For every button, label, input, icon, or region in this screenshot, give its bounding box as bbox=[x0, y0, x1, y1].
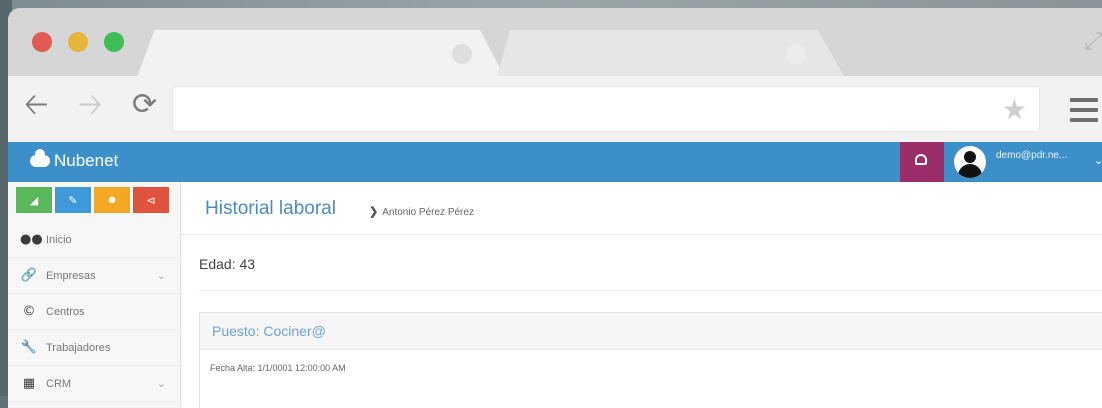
wrench-icon: 🔧 bbox=[20, 340, 38, 355]
chart-button[interactable]: ◢ bbox=[16, 187, 52, 213]
calendar-icon: ▦ bbox=[22, 376, 36, 391]
brand-name: Nubenet bbox=[54, 151, 119, 170]
age-text: Edad: 43 bbox=[199, 256, 256, 272]
forward-button[interactable]: 🡢 bbox=[78, 88, 102, 122]
user-avatar[interactable] bbox=[954, 146, 986, 178]
browser-tab-active[interactable] bbox=[136, 30, 506, 80]
sidebar-item-label: Inicio bbox=[46, 233, 72, 246]
share-icon: ⊲ bbox=[146, 194, 156, 207]
web-app: Nubenet demo@pdr.ne... ⌄ ◢ ✎ ☻ ⊲ ●● Inic… bbox=[8, 142, 1102, 408]
app-topbar: Nubenet demo@pdr.ne... ⌄ bbox=[8, 142, 1102, 182]
edit-button[interactable]: ✎ bbox=[55, 187, 91, 213]
divider bbox=[199, 290, 1102, 291]
sidebar-item-centros[interactable]: © Centros bbox=[8, 294, 180, 330]
quick-actions: ◢ ✎ ☻ ⊲ bbox=[16, 187, 169, 213]
pencil-icon: ✎ bbox=[68, 194, 78, 207]
job-title: Puesto: Cociner@ bbox=[212, 323, 326, 339]
tab-strip: ⤢ bbox=[8, 8, 1102, 80]
user-email[interactable]: demo@pdr.ne... bbox=[996, 150, 1067, 161]
chevron-right-icon: ❯ bbox=[369, 206, 379, 218]
tab-close-button[interactable] bbox=[786, 44, 806, 64]
close-window-button[interactable] bbox=[32, 32, 52, 52]
sidebar-item-empresas[interactable]: 🔗 Empresas ⌄ bbox=[8, 258, 180, 294]
link-icon: 🔗 bbox=[20, 268, 38, 283]
sidebar-item-label: Trabajadores bbox=[46, 341, 111, 354]
bell-icon bbox=[915, 154, 927, 165]
page-title: Historial laboral bbox=[205, 198, 336, 219]
chart-icon: ◢ bbox=[29, 194, 39, 207]
chevron-down-icon[interactable]: ⌄ bbox=[1094, 154, 1102, 167]
job-panel-header: Puesto: Cociner@ bbox=[200, 313, 1102, 350]
sidebar-item-label: Centros bbox=[46, 305, 85, 318]
breadcrumb-item[interactable]: Antonio Pérez Pérez bbox=[382, 207, 474, 218]
chevron-down-icon: ⌄ bbox=[156, 377, 166, 390]
star-icon[interactable]: ★ bbox=[1002, 93, 1027, 126]
share-button[interactable]: ⊲ bbox=[133, 187, 169, 213]
sidebar-item-trabajadores[interactable]: 🔧 Trabajadores bbox=[8, 330, 180, 366]
zoom-window-button[interactable] bbox=[104, 32, 124, 52]
cloud-icon bbox=[30, 149, 50, 167]
address-bar[interactable]: ★ bbox=[172, 86, 1040, 132]
page-header: Historial laboral ❯ Antonio Pérez Pérez bbox=[181, 182, 1102, 235]
breadcrumb: ❯ Antonio Pérez Pérez bbox=[369, 205, 474, 218]
users-icon: ☻ bbox=[106, 194, 118, 206]
expand-icon[interactable]: ⤢ bbox=[1084, 28, 1102, 56]
main-content: Historial laboral ❯ Antonio Pérez Pérez E… bbox=[181, 182, 1102, 408]
tab-close-button[interactable] bbox=[452, 44, 472, 64]
browser-tab-inactive[interactable] bbox=[496, 30, 846, 80]
job-panel: Puesto: Cociner@ Fecha Alta: 1/1/0001 12… bbox=[199, 312, 1102, 408]
sidebar-item-inicio[interactable]: ●● Inicio bbox=[8, 222, 180, 258]
browser-toolbar: 🡠 🡢 ⟳ ★ bbox=[8, 76, 1102, 142]
start-date: Fecha Alta: 1/1/0001 12:00:00 AM bbox=[210, 363, 346, 373]
minimize-window-button[interactable] bbox=[68, 32, 88, 52]
sidebar: ◢ ✎ ☻ ⊲ ●● Inicio 🔗 Empresas ⌄ © Centros… bbox=[8, 182, 181, 408]
binoculars-icon: ●● bbox=[20, 232, 43, 247]
browser-window: ⤢ 🡠 🡢 ⟳ ★ Nubenet demo@pdr.ne... ⌄ ◢ ✎ ☻… bbox=[8, 8, 1102, 408]
reload-button[interactable]: ⟳ bbox=[132, 88, 157, 122]
users-button[interactable]: ☻ bbox=[94, 187, 130, 213]
sidebar-item-label: Empresas bbox=[46, 269, 96, 282]
back-button[interactable]: 🡠 bbox=[24, 88, 48, 122]
hamburger-menu-icon[interactable] bbox=[1070, 98, 1098, 128]
circle-c-icon: © bbox=[22, 304, 36, 319]
sidebar-item-label: CRM bbox=[46, 377, 72, 390]
chevron-down-icon: ⌄ bbox=[156, 269, 166, 282]
sidebar-item-crm[interactable]: ▦ CRM ⌄ bbox=[8, 366, 180, 402]
brand-logo[interactable]: Nubenet bbox=[30, 149, 119, 171]
notification-button[interactable] bbox=[900, 142, 944, 182]
